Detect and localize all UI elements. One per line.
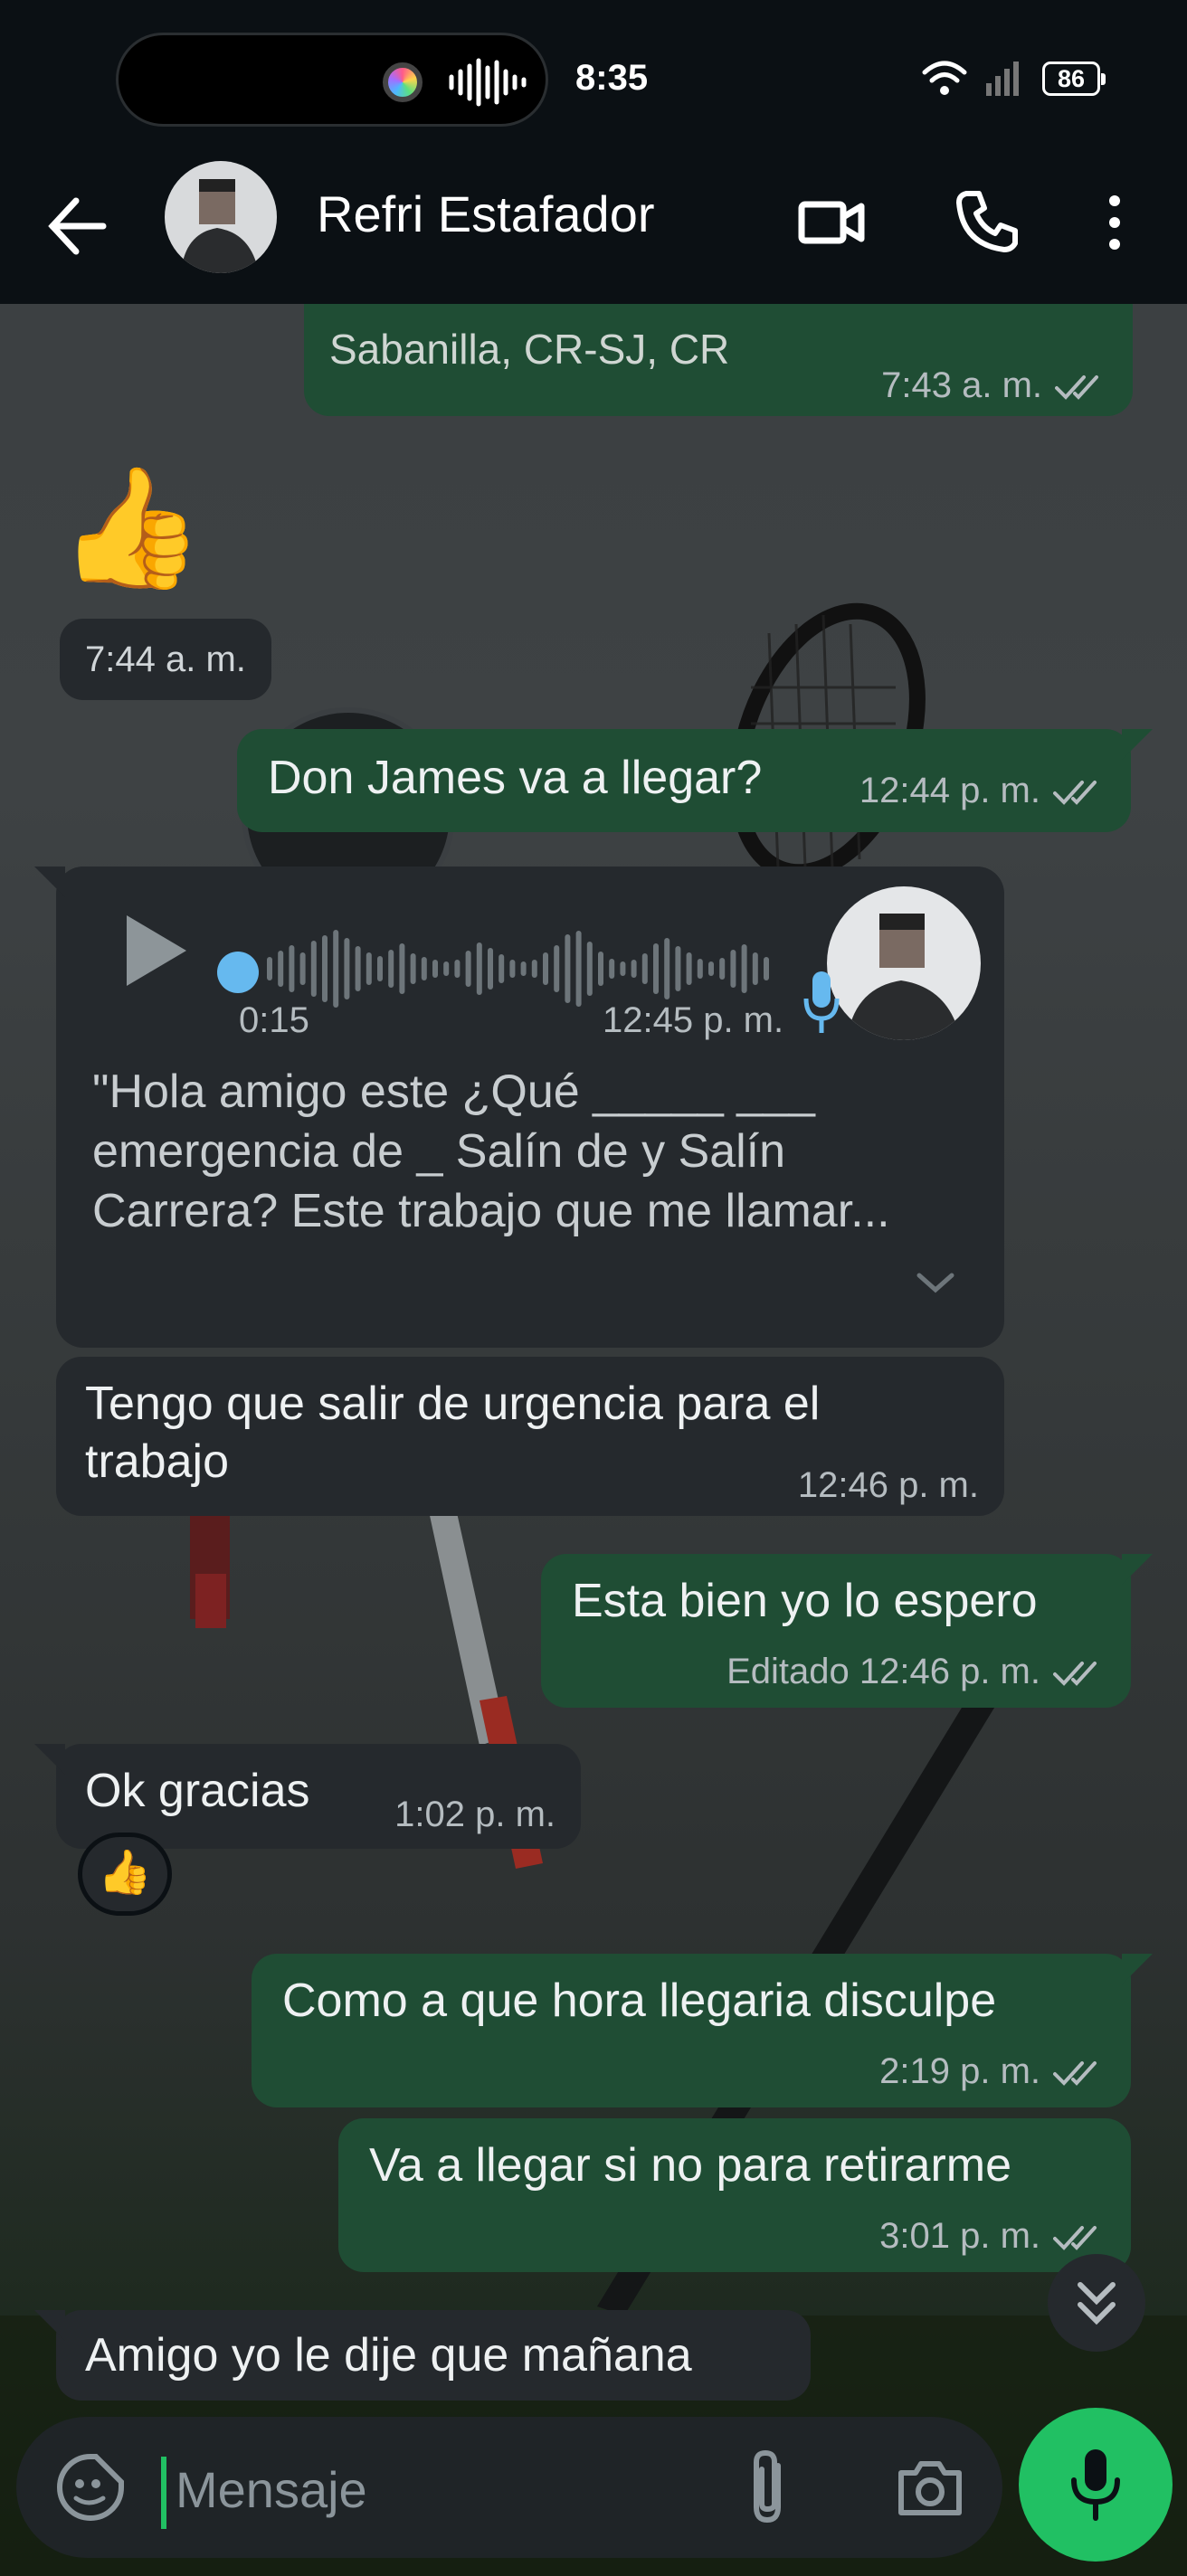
microphone-icon	[1071, 2449, 1120, 2521]
outgoing-message[interactable]: Como a que hora llegaria disculpe 2:19 p…	[252, 1954, 1153, 2107]
double-chevron-down-icon	[1078, 2282, 1116, 2325]
message-time: 1:02 p. m.	[394, 1795, 556, 1834]
message-text: Esta bien yo lo espero	[572, 1575, 1038, 1627]
incoming-message[interactable]: Tengo que salir de urgencia para el trab…	[56, 1357, 1004, 1516]
voice-tail	[34, 867, 65, 897]
voice-record-button[interactable]	[1019, 2408, 1173, 2562]
message-text: Amigo yo le dije que mañana	[85, 2329, 692, 2382]
read-receipt-icon	[1053, 2061, 1097, 2087]
message-time: 12:45 p. m.	[603, 1000, 784, 1040]
voice-transcript[interactable]: "Hola amigo este ¿Qué _____ ___ emergenc…	[92, 1062, 943, 1241]
message-text: Don James va a llegar?	[268, 752, 763, 804]
microphone-icon	[803, 971, 840, 1033]
signal-icons	[922, 61, 1019, 96]
message-time: 12:46 p. m.	[797, 1465, 979, 1505]
camera-icon[interactable]	[894, 2451, 966, 2524]
text-cursor	[161, 2457, 166, 2529]
message-text: Va a llegar si no para retirarme	[369, 2139, 1012, 2192]
read-receipt-icon	[1053, 2226, 1097, 2251]
outgoing-message[interactable]: Va a llegar si no para retirarme 3:01 p.…	[338, 2118, 1131, 2272]
message-time: Editado 12:46 p. m.	[726, 1652, 1104, 1692]
contact-name[interactable]: Refri Estafador	[317, 185, 655, 243]
location-address: Sabanilla, CR-SJ, CR	[329, 326, 730, 373]
read-receipt-icon	[1055, 375, 1098, 401]
message-input[interactable]	[176, 2451, 718, 2527]
more-options-icon[interactable]	[1097, 186, 1133, 259]
phone-call-icon[interactable]	[952, 185, 1024, 257]
chevron-down-icon[interactable]	[914, 1268, 957, 1297]
sticker-time: 7:44 a. m.	[60, 619, 271, 700]
sticker-icon[interactable]	[54, 2451, 127, 2524]
voice-duration: 0:15	[239, 1000, 309, 1040]
message-time: 7:43 a. m.	[881, 365, 1106, 406]
message-composer	[16, 2417, 1002, 2558]
reaction-thumbs-up[interactable]: 👍	[78, 1833, 172, 1916]
message-text: Ok gracias	[85, 1765, 310, 1817]
scroll-to-bottom-button[interactable]	[1048, 2254, 1145, 2352]
message-time: 2:19 p. m.	[879, 2051, 1104, 2092]
chat-header: Refri Estafador	[0, 154, 1187, 304]
audio-wave-icon	[449, 58, 527, 107]
message-time: 12:44 p. m.	[859, 771, 1104, 811]
message-text: Como a que hora llegaria disculpe	[282, 1975, 997, 2027]
voice-message[interactable]: 0:15 12:45 p. m. "Hola amigo este ¿Qué _…	[56, 867, 1004, 1348]
incoming-message[interactable]: Amigo yo le dije que mañana	[34, 2310, 811, 2401]
back-arrow-icon[interactable]	[43, 190, 116, 262]
outgoing-message[interactable]: Esta bien yo lo espero Editado 12:46 p. …	[541, 1554, 1153, 1708]
sender-avatar	[827, 886, 981, 1040]
read-receipt-icon	[1053, 1662, 1097, 1687]
status-time: 8:35	[575, 58, 649, 98]
attach-icon[interactable]	[745, 2448, 796, 2529]
status-bar: 8:35 86	[0, 0, 1187, 154]
thumbs-up-sticker[interactable]: 👍	[58, 459, 204, 595]
play-icon[interactable]	[119, 910, 192, 991]
battery-indicator: 86	[1042, 62, 1106, 96]
app-indicator-icon	[383, 62, 423, 102]
location-message[interactable]: Sabanilla, CR-SJ, CR 7:43 a. m.	[304, 304, 1133, 416]
message-time: 3:01 p. m.	[879, 2216, 1104, 2257]
read-receipt-icon	[1053, 781, 1097, 806]
outgoing-message[interactable]: Don James va a llegar? 12:44 p. m.	[237, 729, 1153, 832]
playback-position-handle[interactable]	[217, 952, 259, 993]
contact-avatar[interactable]	[165, 161, 277, 273]
dynamic-island	[116, 33, 548, 127]
video-call-icon[interactable]	[796, 186, 869, 259]
